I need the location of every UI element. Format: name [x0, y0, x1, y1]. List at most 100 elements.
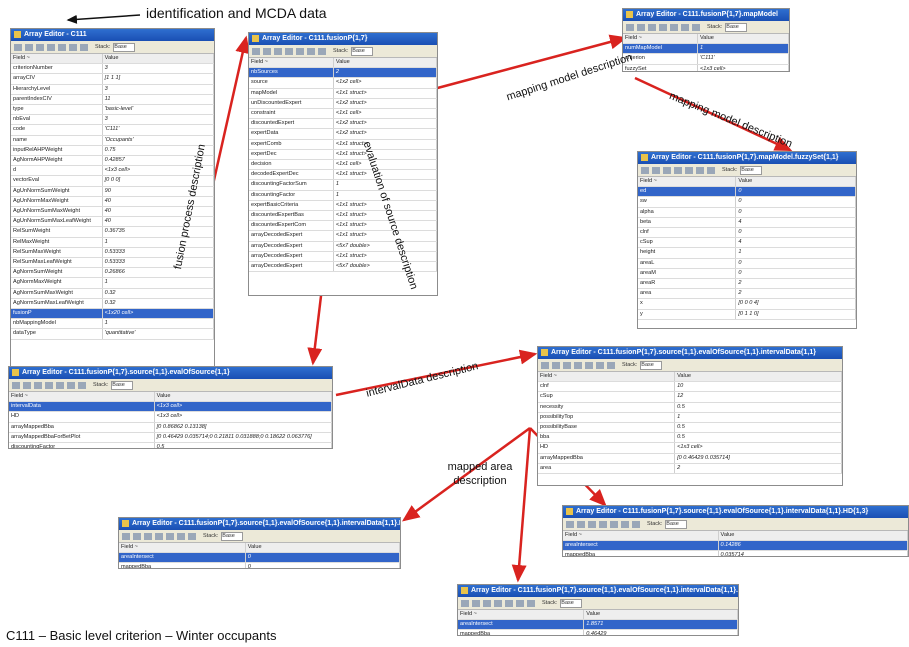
field-cell[interactable]: areaIntersect — [563, 540, 719, 552]
print-icon[interactable] — [58, 43, 66, 51]
field-cell[interactable]: decision — [249, 159, 334, 171]
field-cell[interactable]: arrayMappedBba — [9, 422, 155, 433]
value-column-header[interactable]: Value — [718, 531, 908, 542]
field-cell[interactable]: areaL — [638, 258, 737, 269]
cut-icon[interactable] — [577, 520, 585, 528]
value-cell[interactable]: 0.26866 — [102, 267, 214, 279]
table-row[interactable]: fusionP <1x20 cell> — [11, 308, 214, 320]
table-row[interactable]: cSup 12 — [538, 391, 842, 403]
table-row[interactable]: constraint <1x1 cell> — [249, 108, 437, 120]
table-row[interactable]: possibilityBase 0.5 — [538, 422, 842, 434]
value-cell[interactable]: <1x3 cell> — [697, 64, 789, 71]
table-row[interactable]: areaR 2 — [638, 278, 856, 290]
paste-icon[interactable] — [674, 166, 682, 174]
field-cell[interactable]: name — [11, 135, 103, 146]
field-column-header[interactable]: Field ~ — [538, 372, 676, 383]
value-cell[interactable]: 0 — [735, 186, 856, 198]
table-row[interactable]: discountedExpertCom <1x1 struct> — [249, 220, 437, 232]
value-cell[interactable]: 1 — [735, 247, 856, 259]
table-row[interactable]: code 'C111' — [11, 124, 214, 136]
field-cell[interactable]: ed — [638, 186, 737, 198]
value-cell[interactable]: <1x2 struct> — [333, 118, 437, 130]
table-row[interactable]: nbSources 2 — [249, 67, 437, 79]
table-row[interactable]: x [0 0 0 4] — [638, 298, 856, 310]
window-title-bar[interactable]: Array Editor - C111 — [11, 29, 214, 41]
table-row[interactable]: parentIndexCIV 11 — [11, 94, 214, 106]
field-cell[interactable]: area — [538, 463, 676, 475]
field-cell[interactable]: mappedBba — [563, 550, 719, 556]
value-cell[interactable]: <1x1 struct> — [333, 220, 437, 232]
value-cell[interactable]: 10 — [674, 381, 842, 393]
table-row[interactable]: AgNormSumMaxLeafWeight 0.32 — [11, 298, 214, 310]
copy-icon[interactable] — [36, 43, 44, 51]
field-cell[interactable]: criterion — [623, 53, 698, 65]
value-cell[interactable]: [0 0.46429 0.035714;0 0.21811 0.031888;0… — [154, 432, 332, 444]
value-cell[interactable]: 'C111' — [102, 124, 214, 136]
table-row[interactable]: areaIntersect 0 — [119, 552, 400, 564]
table-row[interactable]: fuzzySet <1x3 cell> — [623, 64, 789, 71]
stack-select[interactable]: Base — [111, 380, 134, 390]
field-cell[interactable]: HD — [538, 442, 676, 454]
plot-icon[interactable] — [681, 23, 689, 31]
table-row[interactable]: expertDec <1x1 struct> — [249, 149, 437, 161]
field-cell[interactable]: possibilityTop — [538, 412, 676, 424]
table-row[interactable]: expertBasicCriteria <1x1 struct> — [249, 200, 437, 212]
field-cell[interactable]: RelSumWeight — [11, 226, 103, 238]
table-row[interactable]: beta 4 — [638, 217, 856, 229]
field-cell[interactable]: cSup — [538, 391, 676, 403]
value-cell[interactable]: 0.53333 — [102, 257, 214, 269]
value-cell[interactable]: 0.5 — [154, 442, 332, 448]
value-cell[interactable]: 0 — [245, 552, 400, 564]
stack-select[interactable]: Base — [665, 519, 688, 529]
value-cell[interactable]: 3 — [102, 84, 214, 95]
field-cell[interactable]: AgNormSumMaxWeight — [11, 288, 103, 299]
stack-select[interactable]: Base — [113, 42, 136, 52]
table-row[interactable]: sw 0 — [638, 196, 856, 208]
table-row[interactable]: necessity 0.5 — [538, 402, 842, 413]
cut-icon[interactable] — [263, 47, 271, 55]
table-row[interactable]: discountingFactor 1 — [249, 190, 437, 201]
copy-icon[interactable] — [563, 361, 571, 369]
value-cell[interactable]: <1x2 struct> — [333, 98, 437, 110]
value-cell[interactable]: 'basic-level' — [102, 104, 214, 116]
value-cell[interactable]: <1x2 struct> — [333, 128, 437, 140]
copy-icon[interactable] — [274, 47, 282, 55]
print-icon[interactable] — [670, 23, 678, 31]
field-cell[interactable]: arrayDecodedExpert — [249, 241, 334, 252]
print-icon[interactable] — [585, 361, 593, 369]
field-cell[interactable]: AgNormMaxWeight — [11, 277, 103, 289]
field-cell[interactable]: AgUnNormSumMaxWeight — [11, 206, 103, 218]
stack-select[interactable]: Base — [221, 531, 244, 541]
value-cell[interactable]: 0.035714 — [718, 550, 908, 556]
field-cell[interactable]: clnf — [638, 227, 737, 239]
value-cell[interactable]: <1x1 struct> — [333, 169, 437, 181]
field-cell[interactable]: discountingFactor — [249, 190, 334, 201]
import-icon[interactable] — [14, 43, 22, 51]
field-cell[interactable]: necessity — [538, 402, 676, 413]
import-icon[interactable] — [461, 599, 469, 607]
table-row[interactable]: numMapModel 1 — [623, 43, 789, 55]
field-cell[interactable]: arrayDecodedExpert — [249, 230, 334, 242]
window-title-bar[interactable]: Array Editor - C111.fusionP{1,7}.source{… — [563, 506, 908, 518]
plot-icon[interactable] — [69, 43, 77, 51]
table-row[interactable]: cSup 4 — [638, 237, 856, 249]
field-cell[interactable]: dataType — [11, 328, 103, 340]
field-cell[interactable]: vectorEval — [11, 175, 103, 187]
field-cell[interactable]: x — [638, 298, 737, 310]
table-row[interactable]: arrayDecodedExpert <5x7 double> — [249, 241, 437, 252]
field-cell[interactable]: y — [638, 309, 737, 320]
field-column-header[interactable]: Field ~ — [249, 58, 334, 69]
value-cell[interactable]: 0.5 — [674, 402, 842, 413]
value-cell[interactable]: 40 — [102, 216, 214, 228]
field-cell[interactable]: RelSumMaxWeight — [11, 247, 103, 259]
copy-icon[interactable] — [144, 532, 152, 540]
table-row[interactable]: areaM 0 — [638, 268, 856, 280]
field-cell[interactable]: arrayCIV — [11, 73, 103, 85]
field-cell[interactable]: expertComb — [249, 139, 334, 150]
paste-icon[interactable] — [599, 520, 607, 528]
field-cell[interactable]: areaR — [638, 278, 737, 290]
value-column-header[interactable]: Value — [735, 177, 856, 188]
table-row[interactable]: intervalData <1x3 cell> — [9, 401, 332, 413]
table-row[interactable]: arrayMappedBba [0 0.86862 0.13138] — [9, 422, 332, 433]
value-cell[interactable]: 2 — [735, 288, 856, 300]
